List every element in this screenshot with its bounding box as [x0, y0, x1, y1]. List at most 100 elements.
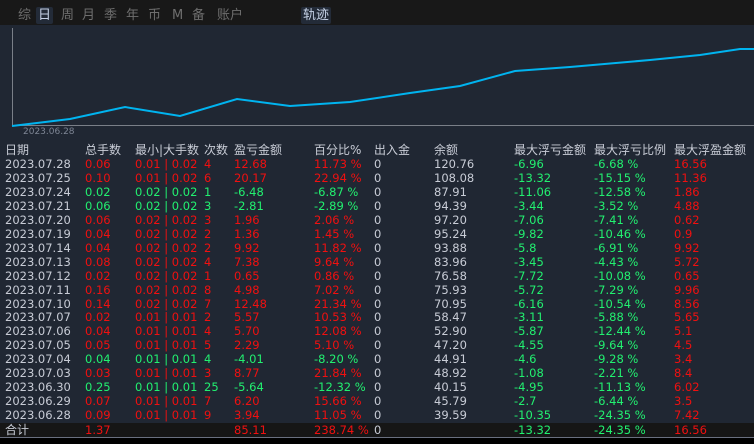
table-row[interactable]: 2023.06.29 0.07 0.01 | 0.01 7 6.20 15.66 % 0 45…: [0, 394, 754, 408]
cell: -9.28 %: [594, 352, 639, 367]
cell: 0.02 | 0.02: [135, 254, 198, 269]
cell: -8.20 %: [314, 352, 359, 367]
cell: 5.1: [674, 324, 693, 339]
tab-6[interactable]: 币: [146, 7, 163, 24]
tab-8[interactable]: 备: [190, 7, 207, 24]
cell: 2023.07.28: [5, 157, 71, 171]
cell: 1: [204, 184, 212, 199]
equity-line: [11, 48, 754, 127]
cell: 0.04: [85, 226, 111, 241]
tab-3[interactable]: 月: [80, 7, 97, 24]
cell: -7.29 %: [594, 282, 639, 297]
cell: 0.14: [85, 296, 111, 311]
table-row[interactable]: 2023.07.04 0.04 0.01 | 0.01 4 -4.01 -8.20 % 0 4…: [0, 352, 754, 366]
cell: 1.96: [234, 212, 260, 227]
cell: -24.35 %: [594, 408, 646, 423]
trajectory-button[interactable]: 轨迹: [301, 7, 332, 24]
tab-7[interactable]: M: [170, 7, 185, 24]
table-row[interactable]: 2023.07.13 0.08 0.02 | 0.02 4 7.38 9.64 % 0 83.…: [0, 255, 754, 269]
cell: 2: [204, 240, 212, 255]
cell: 0.04: [85, 240, 111, 255]
cell: 0.02 | 0.02: [135, 212, 198, 227]
cell: 0: [374, 394, 382, 409]
cell: 0.65: [234, 268, 260, 283]
tab-0[interactable]: 综: [16, 7, 33, 24]
cell: -3.11: [514, 310, 544, 325]
cell: 2023.07.14: [5, 240, 71, 255]
cell: -4.6: [514, 352, 537, 367]
cell: 45.79: [434, 394, 467, 409]
cell: 2023.07.11: [5, 282, 71, 297]
table-row[interactable]: 2023.07.19 0.04 0.02 | 0.02 2 1.36 1.45 % 0 95.…: [0, 227, 754, 241]
table-row[interactable]: 2023.07.07 0.02 0.01 | 0.01 2 5.57 10.53 % 0 58…: [0, 310, 754, 324]
cell: 0: [374, 296, 382, 311]
column-header: 总手数: [85, 143, 122, 157]
cell: -2.21 %: [594, 366, 639, 381]
cell: -10.46 %: [594, 226, 646, 241]
cell: 4: [204, 254, 212, 269]
table-row[interactable]: 2023.07.12 0.02 0.02 | 0.02 1 0.65 0.86 % 0 76.…: [0, 269, 754, 283]
table-row[interactable]: 2023.07.14 0.04 0.02 | 0.02 2 9.92 11.82 % 0 93…: [0, 241, 754, 255]
table-row[interactable]: 2023.07.10 0.14 0.02 | 0.02 7 12.48 21.34 % 0 7…: [0, 297, 754, 311]
cell: 9.96: [674, 282, 700, 297]
cell: 0: [374, 366, 382, 381]
cell: 4.5: [674, 338, 693, 353]
tab-1[interactable]: 日: [36, 7, 54, 24]
table-row[interactable]: 2023.07.11 0.16 0.02 | 0.02 8 4.98 7.02 % 0 75.…: [0, 283, 754, 297]
cell: 2: [204, 310, 212, 325]
cell: -3.52 %: [594, 198, 639, 213]
tab-4[interactable]: 季: [102, 7, 119, 24]
cell: 4: [204, 157, 212, 171]
cell: 0.16: [85, 282, 111, 297]
total-cell: 238.74 %: [314, 423, 369, 437]
cell: -6.96: [514, 157, 544, 171]
table-row[interactable]: 2023.07.03 0.03 0.01 | 0.01 3 8.77 21.84 % 0 48…: [0, 366, 754, 380]
tab-9[interactable]: 账户: [215, 7, 245, 24]
cell: 0.01 | 0.01: [135, 394, 198, 409]
cell: 2023.07.03: [5, 366, 71, 381]
table-row[interactable]: 2023.07.21 0.06 0.02 | 0.02 3 -2.81 -2.89 % 0 9…: [0, 199, 754, 213]
bottom-strip: [0, 437, 754, 444]
table-row[interactable]: 2023.07.28 0.06 0.01 | 0.02 4 12.68 11.73 % 0 1…: [0, 157, 754, 171]
cell: 0.01 | 0.01: [135, 380, 198, 395]
cell: 5: [204, 338, 212, 353]
tab-2[interactable]: 周: [59, 7, 76, 24]
cell: 0.06: [85, 212, 111, 227]
cell: 0.02 | 0.02: [135, 184, 198, 199]
cell: 0.65: [674, 268, 700, 283]
cell: 1: [204, 268, 212, 283]
cell: 3: [204, 212, 212, 227]
table-row[interactable]: 2023.07.25 0.10 0.01 | 0.02 6 20.17 22.94 % 0 1…: [0, 171, 754, 185]
total-row: 合计 1.37 85.11 238.74 % 0 -13.32 -24.35 % 16.56: [0, 423, 754, 438]
total-cell: -13.32: [514, 423, 552, 437]
total-cell: 16.56: [674, 423, 707, 437]
cell: 11.36: [674, 170, 707, 185]
table-row[interactable]: 2023.07.20 0.06 0.02 | 0.02 3 1.96 2.06 % 0 97.…: [0, 213, 754, 227]
column-header: 最小|大手数: [135, 143, 200, 157]
cell: 0: [374, 324, 382, 339]
cell: 6.02: [674, 380, 700, 395]
cell: -15.15 %: [594, 170, 646, 185]
cell: 2023.06.29: [5, 394, 71, 409]
cell: -6.44 %: [594, 394, 639, 409]
table-row[interactable]: 2023.07.24 0.02 0.02 | 0.02 1 -6.48 -6.87 % 0 8…: [0, 185, 754, 199]
cell: 9.92: [674, 240, 700, 255]
total-cell: 1.37: [85, 423, 111, 437]
table-row[interactable]: 2023.07.06 0.04 0.01 | 0.01 4 5.70 12.08 % 0 52…: [0, 324, 754, 338]
table-row[interactable]: 2023.06.28 0.09 0.01 | 0.01 9 3.94 11.05 % 0 39…: [0, 408, 754, 422]
cell: 8.4: [674, 366, 693, 381]
cell: -3.45: [514, 254, 544, 269]
cell: 4.98: [234, 282, 260, 297]
cell: 2023.06.30: [5, 380, 71, 395]
tab-5[interactable]: 年: [124, 7, 141, 24]
cell: 0.01 | 0.01: [135, 366, 198, 381]
cell: 0.01 | 0.01: [135, 310, 198, 325]
table-row[interactable]: 2023.07.05 0.05 0.01 | 0.01 5 2.29 5.10 % 0 47.…: [0, 338, 754, 352]
cell: 48.92: [434, 366, 467, 381]
table-row[interactable]: 2023.06.30 0.25 0.01 | 0.01 25 -5.64 -12.32 %…: [0, 380, 754, 394]
cell: 75.93: [434, 282, 467, 297]
cell: -4.01: [234, 352, 264, 367]
column-header: 最大浮亏金额: [514, 143, 587, 157]
cell: 0.06: [85, 198, 111, 213]
total-cell: -24.35 %: [594, 423, 646, 437]
